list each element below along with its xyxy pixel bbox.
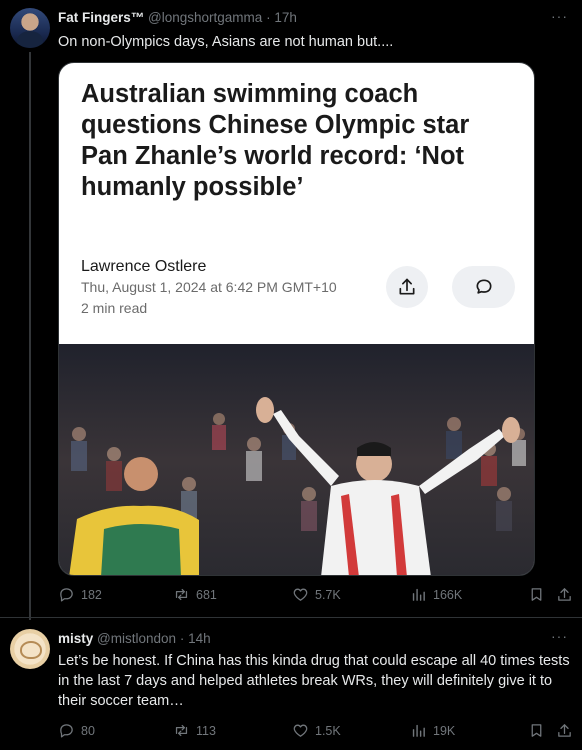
article-author: Lawrence Ostlere	[81, 258, 207, 275]
like-button[interactable]: 5.7K	[292, 586, 341, 603]
repost-button[interactable]: 113	[173, 722, 216, 739]
reply-icon	[60, 588, 73, 602]
article-comment-button	[452, 266, 515, 308]
tweet-text: Let’s be honest. If China has this kinda…	[58, 653, 570, 709]
views-icon	[412, 724, 425, 737]
repost-icon	[175, 588, 188, 601]
reply-button[interactable]: 80	[58, 722, 95, 739]
repost-icon	[175, 724, 188, 737]
timestamp[interactable]: 17h	[274, 10, 297, 25]
display-name[interactable]: Fat Fingers™	[58, 10, 144, 25]
thread-connector-line	[29, 52, 31, 620]
like-count: 5.7K	[315, 587, 341, 602]
share-button[interactable]	[556, 586, 573, 603]
tweet-actions-bar: 182 681 5.7K 166K	[58, 586, 578, 606]
avatar-fatfingers[interactable]	[10, 8, 50, 48]
separator-dot: ·	[179, 631, 185, 646]
article-read-time: 2 min read	[81, 300, 148, 316]
share-icon	[558, 724, 571, 737]
share-icon	[558, 588, 571, 601]
tweet-text: On non-Olympics days, Asians are not hum…	[58, 34, 394, 50]
like-count: 1.5K	[315, 723, 341, 738]
article-photo	[59, 344, 534, 575]
repost-button[interactable]: 681	[173, 586, 217, 603]
like-icon	[293, 588, 308, 601]
repost-count: 681	[196, 587, 217, 602]
user-handle[interactable]: @longshortgamma	[148, 10, 262, 25]
article-date: Thu, August 1, 2024 at 6:42 PM GMT+10	[81, 279, 337, 295]
avatar-doodle	[20, 641, 42, 659]
article-screenshot-card[interactable]: Australian swimming coach questions Chin…	[58, 62, 535, 576]
share-button[interactable]	[556, 722, 573, 739]
reply-button[interactable]: 182	[58, 586, 102, 603]
swimmers-podium-photo	[59, 344, 534, 575]
bookmark-button[interactable]	[528, 586, 545, 603]
bookmark-icon	[531, 588, 542, 601]
like-button[interactable]: 1.5K	[292, 722, 341, 739]
views-button[interactable]: 166K	[410, 586, 462, 603]
repost-count: 113	[196, 723, 216, 738]
bookmark-icon	[531, 724, 542, 737]
views-button[interactable]: 19K	[410, 722, 455, 739]
tweet-header: misty @mistlondon · 14h	[58, 631, 211, 646]
reply-count: 182	[81, 587, 102, 602]
like-icon	[293, 724, 308, 737]
comment-bubble-icon	[476, 279, 491, 294]
display-name[interactable]: misty	[58, 631, 93, 646]
user-handle[interactable]: @mistlondon	[97, 631, 176, 646]
view-count: 19K	[433, 723, 456, 738]
reply-icon	[60, 724, 73, 738]
bookmark-button[interactable]	[528, 722, 545, 739]
view-count: 166K	[433, 587, 463, 602]
views-icon	[412, 588, 425, 601]
more-icon[interactable]: ···	[551, 628, 568, 644]
reply-count: 80	[81, 723, 95, 738]
tweet-actions-bar: 80 113 1.5K 19K	[58, 722, 578, 742]
article-share-button	[386, 266, 428, 308]
timestamp[interactable]: 14h	[188, 631, 211, 646]
tweet-fatfingers[interactable]: Fat Fingers™ @longshortgamma · 17h ··· O…	[0, 0, 582, 620]
upload-share-icon	[399, 278, 415, 295]
separator-dot: ·	[266, 10, 271, 25]
avatar-misty[interactable]	[10, 629, 50, 669]
tweet-header: Fat Fingers™ @longshortgamma · 17h	[58, 10, 297, 25]
more-icon[interactable]: ···	[551, 8, 568, 24]
article-headline: Australian swimming coach questions Chin…	[81, 80, 470, 201]
